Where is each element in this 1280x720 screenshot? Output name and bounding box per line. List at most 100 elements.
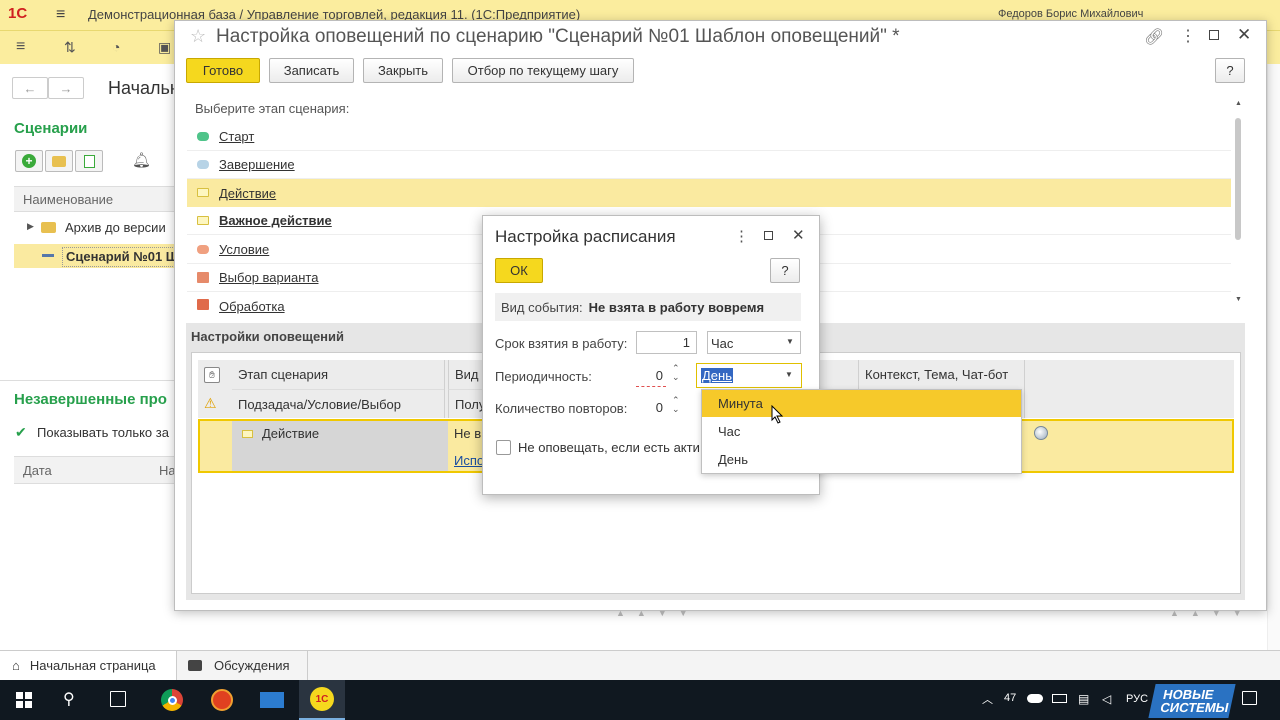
1c-logo: 1С (8, 5, 28, 22)
tree-item-archive[interactable]: ▶ Архив до версии (14, 216, 174, 240)
home-icon: ⌂ (12, 658, 20, 673)
stages-scrollbar[interactable]: ▲ ▼ (1234, 100, 1243, 310)
option-label: Час (718, 424, 741, 439)
stage-finish-icon (197, 160, 209, 169)
add-folder-button[interactable] (45, 150, 73, 172)
stage-finish[interactable]: Завершение (187, 151, 1231, 179)
maximize-icon[interactable] (1209, 30, 1219, 40)
warning-icon: ⚠ (204, 395, 217, 411)
1c-taskbar-icon[interactable]: 1С (299, 680, 345, 720)
more-icon[interactable]: ⋮ (1180, 26, 1196, 46)
history-icon[interactable]: ◔ (112, 39, 120, 55)
cart-icon[interactable]: ▣ (158, 39, 171, 56)
repeats-input[interactable]: 0 (636, 396, 666, 419)
window-title: Настройка оповещений по сценарию "Сценар… (216, 26, 900, 47)
forward-button[interactable]: → (48, 77, 84, 99)
help-button[interactable]: ? (1215, 58, 1245, 83)
resize-arrows[interactable]: ▲▲▼▼ (616, 608, 700, 618)
mouse-cursor-icon (771, 405, 784, 424)
stage-action[interactable]: Действие (187, 179, 1231, 207)
back-button[interactable]: ← (12, 77, 48, 99)
save-button[interactable]: Записать (269, 58, 354, 83)
show-only-checkbox[interactable]: ✔ (15, 424, 27, 441)
sections-menu-icon[interactable]: ≡ (16, 38, 25, 56)
period-stepper-icon[interactable]: ⌃ ⌄ (672, 364, 680, 382)
copy-icon (83, 154, 95, 168)
deadline-unit-value: Час (711, 336, 734, 351)
done-button[interactable]: Готово (186, 58, 260, 83)
stage-choice-icon (197, 272, 209, 283)
col-stage-header[interactable]: Этап сценария (232, 360, 444, 389)
add-scenario-button[interactable]: + (15, 150, 43, 172)
dialog-close-icon[interactable]: ✕ (792, 226, 805, 244)
event-info: Вид события: Не взята в работу вовремя (495, 293, 801, 321)
scroll-up-icon[interactable]: ▲ (1235, 100, 1242, 107)
tab-discussions[interactable]: Обсуждения (178, 651, 308, 680)
deadline-unit-select[interactable]: Час ▼ (707, 331, 801, 354)
col-name-header[interactable]: Наименование (23, 192, 113, 207)
mail-icon[interactable] (260, 692, 284, 708)
incomplete-list-header: Дата На (14, 456, 176, 484)
deadline-input[interactable]: 1 (636, 331, 697, 354)
bell-icon[interactable]: 🔔︎ (132, 151, 151, 169)
settings-title: Настройки оповещений (191, 329, 345, 344)
no-notify-checkbox[interactable] (496, 440, 511, 455)
expand-arrow-icon[interactable]: ▶ (27, 221, 34, 232)
link-icon[interactable]: 🔗︎ (1144, 27, 1164, 47)
structure-icon[interactable]: ⇅ (64, 39, 76, 56)
dropdown-option-day[interactable]: День (702, 446, 1021, 473)
col-context-header[interactable]: Контекст, Тема, Чат-бот (858, 360, 1024, 389)
favorite-star-icon[interactable]: ☆ (190, 26, 206, 47)
close-button[interactable]: Закрыть (363, 58, 443, 83)
windows-start-icon[interactable] (16, 692, 32, 708)
chevron-down-icon[interactable]: ▼ (786, 337, 794, 346)
chevron-down-icon[interactable]: ▼ (785, 370, 793, 379)
option-label: Минута (718, 396, 763, 411)
no-notify-label: Не оповещать, если есть акти (518, 440, 700, 455)
resize-arrows-right[interactable]: ▲▲▼▼ (1170, 608, 1254, 618)
filter-step-button[interactable]: Отбор по текущему шагу (452, 58, 634, 83)
tray-lang[interactable]: РУС (1126, 693, 1148, 705)
event-label: Вид события: (501, 299, 583, 315)
nav-page-title: Начальн (108, 78, 180, 98)
stage-important-icon (197, 216, 209, 225)
dialog-help-button[interactable]: ? (770, 258, 800, 283)
row-stage: Действие (262, 426, 320, 441)
dialog-more-icon[interactable]: ⋮ (734, 227, 749, 245)
col-subtask-header[interactable]: Подзадача/Условие/Выбор (232, 389, 444, 418)
user-name[interactable]: Федоров Борис Михайлович (998, 8, 1143, 20)
period-unit-select[interactable]: День ▼ (696, 363, 802, 388)
scroll-down-icon[interactable]: ▼ (1235, 296, 1242, 303)
search-icon[interactable]: ⚲ (63, 689, 75, 709)
notifications-icon[interactable] (1242, 691, 1257, 705)
copy-button[interactable] (75, 150, 103, 172)
main-menu-icon[interactable]: ≡ (56, 6, 65, 24)
scenarios-list-header: Наименование (14, 186, 174, 212)
clock-app-icon[interactable] (211, 689, 233, 711)
stage-start[interactable]: Старт (187, 123, 1231, 151)
tray-chevron-icon[interactable]: ︿ (982, 691, 993, 707)
tab-home[interactable]: ⌂ Начальная страница (0, 651, 177, 680)
period-input[interactable]: 0 (636, 364, 666, 387)
folder-icon (41, 222, 56, 233)
repeats-stepper-icon[interactable]: ⌃ ⌄ (672, 396, 680, 414)
close-icon[interactable]: ✕ (1237, 25, 1251, 45)
tree-item-scenario[interactable]: Сценарий №01 Ш (14, 244, 183, 268)
scroll-thumb[interactable] (1235, 118, 1241, 240)
dropdown-option-hour[interactable]: Час (702, 418, 1021, 445)
1c-app-icon: 1С (310, 687, 334, 711)
tree-item-label: Архив до версии (65, 220, 166, 235)
stage-action-icon (242, 430, 253, 438)
chrome-icon[interactable] (161, 689, 183, 711)
col-date-header[interactable]: Дата (23, 463, 52, 478)
scenarios-title: Сценарии (14, 120, 88, 137)
cloud-icon (1027, 694, 1043, 703)
power-icon (1052, 694, 1067, 703)
event-value: Не взята в работу вовремя (588, 299, 765, 315)
ok-button[interactable]: ОК (495, 258, 543, 283)
row-use-link[interactable]: Испо (454, 453, 484, 468)
folder-icon (52, 155, 66, 167)
dialog-maximize-icon[interactable] (764, 231, 773, 240)
task-view-icon[interactable] (110, 691, 126, 707)
dropdown-option-minute[interactable]: Минута (702, 390, 1021, 417)
